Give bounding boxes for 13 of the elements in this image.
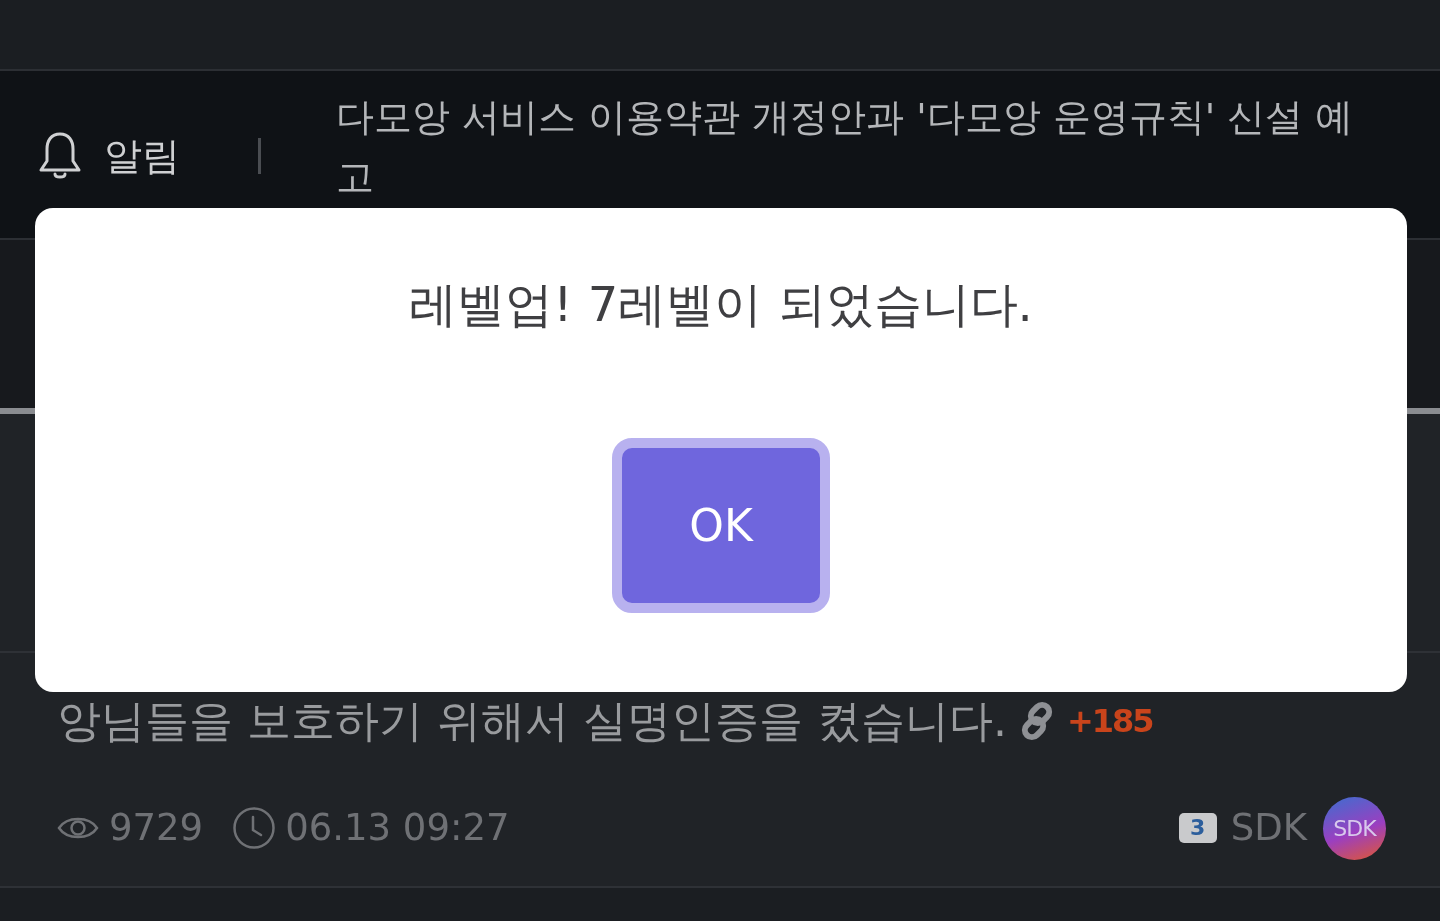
bell-icon	[38, 130, 82, 181]
notice-label: 알림	[104, 136, 180, 175]
notice-link[interactable]: 다모앙 서비스 이용약관 개정안과 '다모앙 운영규칙' 신설 예고	[336, 87, 1380, 207]
avatar[interactable]: SDK	[1323, 796, 1386, 860]
post-time: 06.13 09:27	[285, 805, 510, 851]
ok-button[interactable]: OK	[612, 437, 830, 613]
post-title[interactable]: 앙님들을 보호하기 위해서 실명인증을 켰습니다.	[57, 694, 1007, 748]
points-count: +185	[1066, 701, 1153, 741]
clock-icon	[233, 807, 276, 849]
dialog-message: 레벨업! 7레벨이 되었습니다.	[409, 276, 1033, 334]
level-badge: 3	[1178, 813, 1217, 843]
author-name[interactable]: SDK	[1230, 805, 1307, 851]
view-count: 9729	[109, 805, 204, 851]
